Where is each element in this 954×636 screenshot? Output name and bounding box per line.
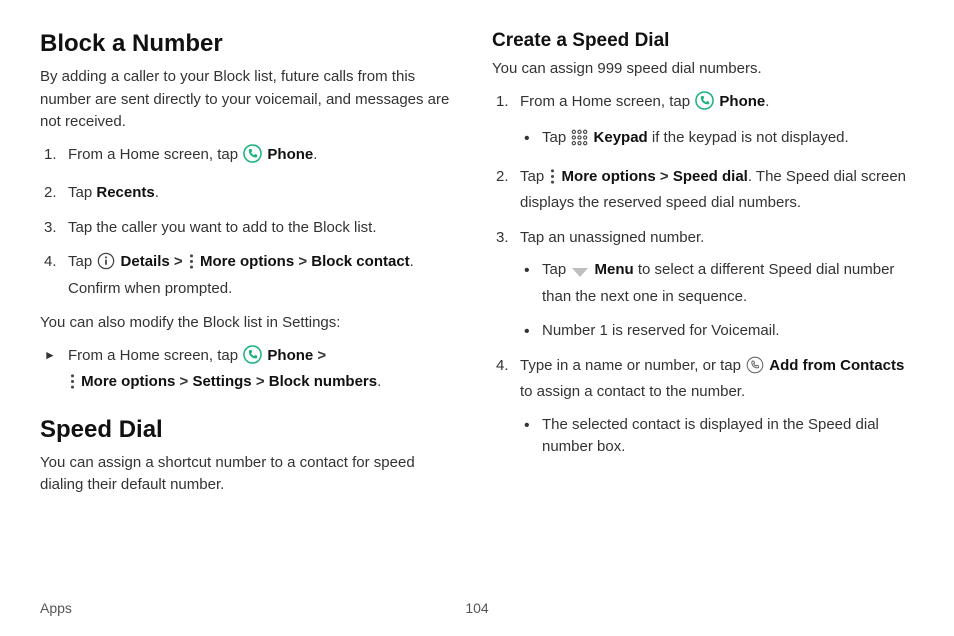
more-options-icon	[69, 373, 76, 398]
block-alt-step: From a Home screen, tap Phone > More opt…	[40, 345, 462, 398]
create-speed-dial-steps: From a Home screen, tap Phone. Tap	[492, 91, 914, 459]
csd-step-4-sub: The selected contact is displayed in the…	[520, 414, 914, 459]
menu-dropdown-icon	[571, 263, 589, 286]
speed-dial-intro: You can assign a shortcut number to a co…	[40, 452, 462, 497]
heading-create-speed-dial: Create a Speed Dial	[492, 30, 914, 52]
block-intro: By adding a caller to your Block list, f…	[40, 66, 462, 134]
csd-step-4: Type in a name or number, or tap Add fro…	[492, 355, 914, 459]
speed-dial-label: Speed dial	[673, 168, 748, 185]
block-step-4: Tap Details > More options > Block conta…	[40, 251, 462, 300]
page-number: 104	[465, 600, 488, 616]
chevron-right-icon: >	[256, 373, 265, 390]
more-options-label: More options	[562, 168, 656, 185]
block-step-3: Tap the caller you want to add to the Bl…	[40, 217, 462, 240]
settings-label: Settings	[192, 373, 251, 390]
block-step-1: From a Home screen, tap Phone.	[40, 144, 462, 171]
more-options-label: More options	[81, 373, 175, 390]
more-options-icon	[188, 253, 195, 278]
csd-step-3: Tap an unassigned number. Tap Menu to se…	[492, 227, 914, 343]
chevron-right-icon: >	[317, 347, 326, 364]
phone-label: Phone	[267, 347, 313, 364]
more-options-label: More options	[200, 253, 294, 270]
phone-icon	[243, 345, 262, 372]
more-options-icon	[549, 168, 556, 193]
heading-block-number: Block a Number	[40, 30, 462, 58]
block-step-2: Tap Recents.	[40, 182, 462, 205]
chevron-right-icon: >	[660, 168, 669, 185]
menu-label: Menu	[595, 261, 634, 278]
add-from-contacts-label: Add from Contacts	[769, 357, 904, 374]
phone-icon	[695, 91, 714, 118]
csd-step-3-sub1: Tap Menu to select a different Speed dia…	[520, 259, 914, 308]
csd-step-1-sub: Tap Keypad if the keypad is not displaye…	[520, 127, 914, 154]
heading-speed-dial: Speed Dial	[40, 416, 462, 444]
recents-label: Recents	[96, 184, 154, 201]
phone-outline-icon	[746, 356, 764, 382]
csd-step-2: Tap More options > Speed dial. The Speed…	[492, 166, 914, 215]
block-steps: From a Home screen, tap Phone. Tap Recen…	[40, 144, 462, 301]
info-icon	[97, 252, 115, 278]
phone-label: Phone	[267, 146, 313, 163]
left-column: Block a Number By adding a caller to you…	[40, 30, 462, 507]
keypad-icon	[571, 129, 588, 154]
create-speed-dial-intro: You can assign 999 speed dial numbers.	[492, 58, 914, 81]
phone-label: Phone	[719, 93, 765, 110]
footer-section: Apps	[40, 600, 72, 616]
csd-step-1: From a Home screen, tap Phone. Tap	[492, 91, 914, 154]
block-contact-label: Block contact	[311, 253, 409, 270]
block-numbers-label: Block numbers	[269, 373, 377, 390]
csd-step-3-sub2: Number 1 is reserved for Voicemail.	[520, 320, 914, 343]
details-label: Details	[121, 253, 170, 270]
keypad-label: Keypad	[594, 129, 648, 146]
page-footer: Apps 104	[40, 600, 914, 616]
chevron-right-icon: >	[180, 373, 189, 390]
phone-icon	[243, 144, 262, 171]
block-also: You can also modify the Block list in Se…	[40, 312, 462, 335]
right-column: Create a Speed Dial You can assign 999 s…	[492, 30, 914, 507]
chevron-right-icon: >	[174, 253, 183, 270]
chevron-right-icon: >	[298, 253, 307, 270]
